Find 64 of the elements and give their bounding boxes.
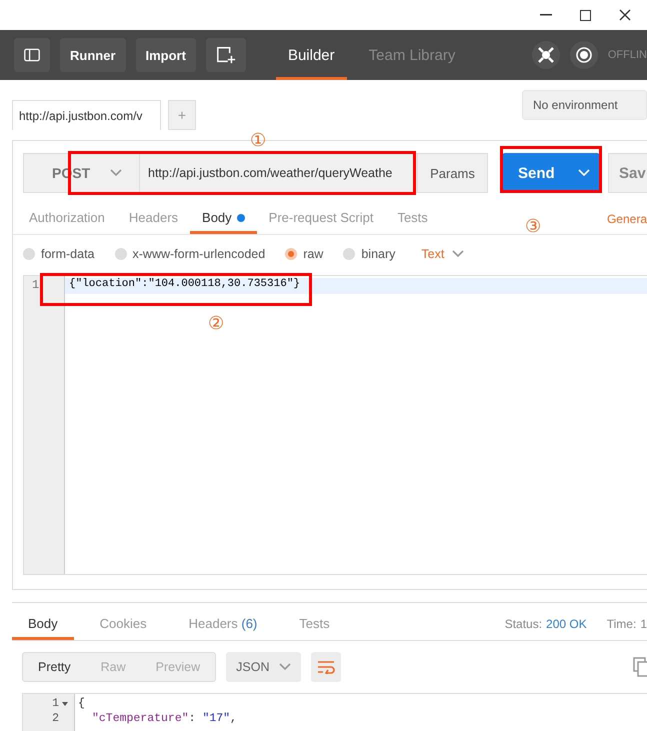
code-line: "cTemperature": "17", — [91, 711, 237, 726]
request-section-tab[interactable]: Body — [190, 204, 257, 234]
toolbar-button[interactable]: Import — [136, 38, 196, 72]
minimize-icon[interactable] — [540, 14, 552, 16]
radio-label: raw — [303, 247, 324, 261]
response-tab[interactable]: Tests — [283, 610, 346, 640]
radio-label: form-data — [41, 247, 94, 261]
request-section-tab[interactable]: Tests — [385, 204, 440, 234]
status-label: Status: — [504, 617, 542, 633]
line-number: 2 — [52, 711, 59, 726]
radio-button[interactable] — [343, 248, 356, 260]
status-value: 200 OK — [546, 617, 587, 633]
language-select[interactable]: JSON — [226, 652, 302, 682]
wrap-lines-icon — [317, 660, 336, 674]
sidebar-toggle-button[interactable] — [14, 38, 50, 72]
maximize-icon[interactable] — [580, 10, 591, 20]
save-button[interactable]: Sav — [608, 153, 647, 193]
sidebar-icon — [24, 47, 40, 63]
offline-status: OFFLIN — [608, 49, 647, 61]
radio-label: binary — [361, 247, 396, 261]
response-tab[interactable]: Body — [12, 610, 74, 640]
request-section-tab[interactable]: Authorization — [17, 204, 117, 234]
radio-button[interactable] — [285, 248, 298, 260]
close-icon[interactable] — [619, 9, 631, 21]
request-section-tab[interactable]: Headers — [116, 204, 190, 234]
wrap-lines-button[interactable] — [311, 652, 342, 682]
url-field[interactable]: http://api.justbon.com/weather/queryWeathe — [140, 153, 418, 193]
interceptor-icon[interactable] — [532, 41, 560, 69]
line-number: 1 — [52, 696, 59, 711]
new-window-button[interactable] — [206, 38, 246, 72]
toolbar-button[interactable]: Runner — [60, 38, 126, 72]
format-select[interactable]: Text — [415, 246, 470, 262]
toolbar-tab[interactable]: Builder — [276, 30, 347, 80]
response-tab[interactable]: Headers (6) — [172, 610, 274, 640]
time-label: Time: — [606, 617, 636, 633]
time-value: 1 — [640, 617, 647, 633]
chevron-down-icon — [578, 169, 590, 177]
new-tab-button[interactable]: + — [168, 100, 196, 130]
sync-status-icon[interactable] — [570, 41, 598, 69]
line-number: 1 — [32, 278, 40, 292]
toolbar-tab[interactable]: Team Library — [356, 30, 468, 80]
radio-label: x-www-form-urlencoded — [132, 247, 266, 261]
view-mode-button[interactable]: Preview — [140, 653, 216, 681]
chevron-down-icon — [452, 250, 464, 258]
new-window-icon — [216, 45, 236, 65]
params-button[interactable]: Params — [418, 153, 488, 193]
radio-button[interactable] — [114, 248, 126, 260]
chevron-down-icon — [279, 663, 292, 671]
view-mode-button[interactable]: Pretty — [23, 653, 86, 681]
environment-select[interactable]: No environment — [522, 90, 647, 120]
radio-button[interactable] — [23, 248, 35, 260]
fold-arrow-icon[interactable] — [62, 702, 68, 706]
chevron-down-icon — [110, 169, 122, 177]
generate-code-link[interactable]: Genera — [606, 212, 647, 234]
code-line: { — [78, 696, 86, 711]
request-tab[interactable]: http://api.justbon.com/v — [12, 100, 161, 130]
copy-icon[interactable] — [633, 657, 647, 677]
annotation-number: ③ — [525, 215, 541, 237]
view-mode-button[interactable]: Raw — [86, 653, 141, 681]
response-tab[interactable]: Cookies — [84, 610, 163, 640]
request-section-tab[interactable]: Pre-request Script — [256, 204, 386, 234]
annotation-number: ② — [208, 312, 224, 334]
annotation-number: ① — [250, 129, 266, 151]
send-button[interactable]: Send — [502, 153, 600, 193]
